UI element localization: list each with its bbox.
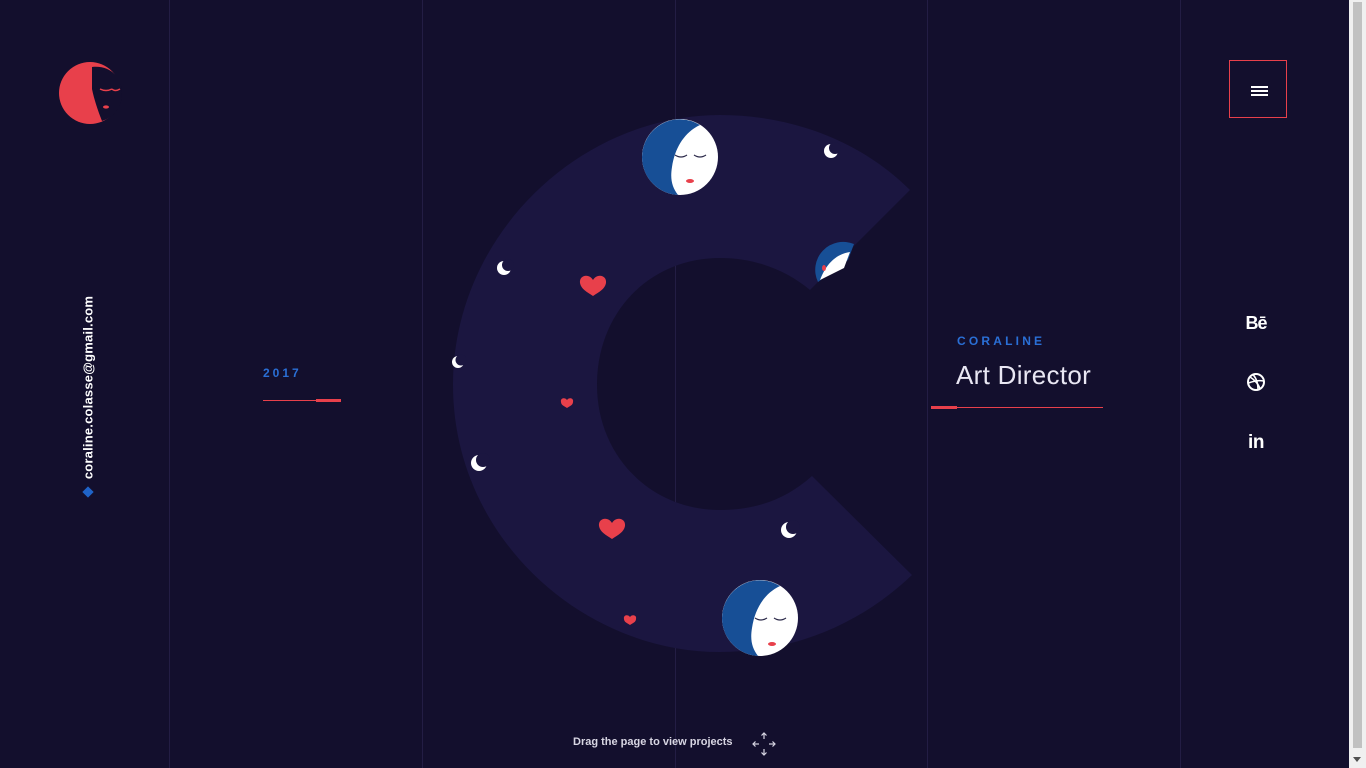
hero-divider-accent [931, 406, 957, 409]
linkedin-icon: in [1248, 432, 1264, 453]
email-link[interactable]: coraline.colasse@gmail.com [81, 296, 96, 479]
dribbble-icon [1247, 373, 1265, 391]
dribbble-link[interactable] [1236, 372, 1276, 397]
scrollbar-thumb[interactable] [1353, 2, 1362, 748]
email-container: coraline.colasse@gmail.com [78, 278, 98, 500]
face-icon [641, 119, 718, 195]
face-icon [721, 580, 798, 656]
year-label: 2017 [263, 366, 302, 380]
move-arrows-icon [752, 732, 776, 756]
hero-title: Art Director [956, 360, 1092, 390]
scroll-down-arrow-icon[interactable] [1353, 757, 1361, 762]
scrollbar[interactable] [1349, 0, 1366, 768]
drag-hint-text: Drag the page to view projects [573, 736, 733, 748]
logo[interactable] [58, 59, 124, 125]
behance-icon: Bē [1245, 313, 1267, 333]
grid-line [1180, 0, 1181, 768]
year-divider-accent [316, 399, 341, 402]
linkedin-link[interactable]: in [1236, 432, 1276, 454]
c-shape [453, 115, 912, 652]
big-c-illustration[interactable] [440, 100, 940, 670]
grid-line [422, 0, 423, 768]
menu-button[interactable] [1229, 60, 1287, 118]
logo-face-icon [59, 62, 122, 124]
grid-line [169, 0, 170, 768]
behance-link[interactable]: Bē [1236, 313, 1276, 334]
hero-subtitle: CORALINE [957, 334, 1046, 348]
